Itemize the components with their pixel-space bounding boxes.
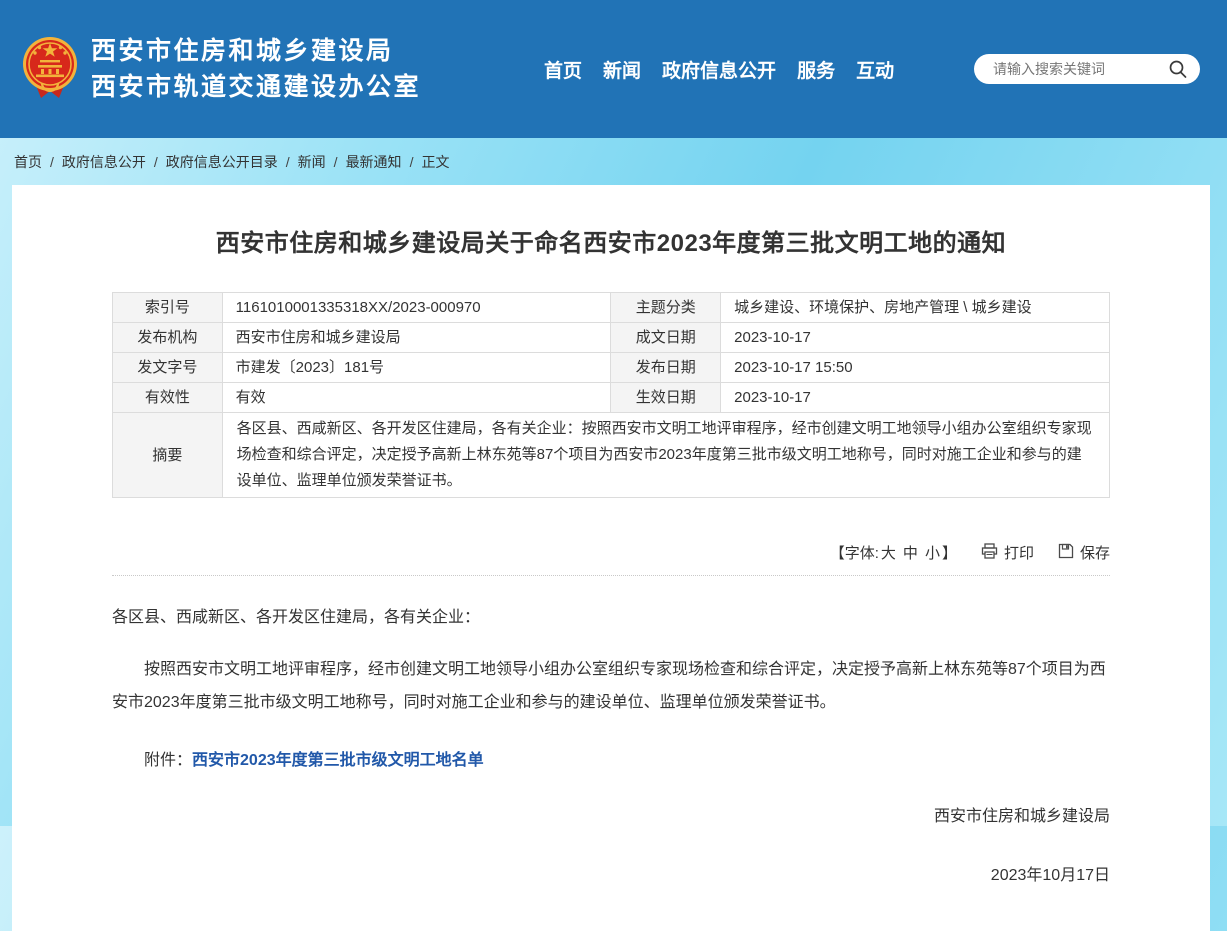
save-button-label: 保存 (1080, 542, 1110, 563)
meta-label-written-date: 成文日期 (611, 323, 721, 353)
article-paragraph-salutation: 各区县、西咸新区、各开发区住建局，各有关企业： (112, 601, 1110, 634)
nav-item-news[interactable]: 新闻 (603, 56, 641, 83)
site-brand: 西安市住房和城乡建设局 西安市轨道交通建设办公室 (22, 33, 421, 105)
breadcrumb-separator: / (286, 154, 290, 170)
meta-table: 索引号 1161010001335318XX/2023-000970 主题分类 … (112, 292, 1110, 498)
table-row: 发布机构 西安市住房和城乡建设局 成文日期 2023-10-17 (113, 323, 1110, 353)
article-toolbar: 【字体: 大 中 小 】 打印 (112, 542, 1110, 563)
nav-item-interact[interactable]: 互动 (856, 56, 894, 83)
nav-item-gov-info[interactable]: 政府信息公开 (662, 56, 776, 83)
search-icon[interactable] (1168, 59, 1188, 79)
meta-value-effective-date: 2023-10-17 (721, 383, 1110, 413)
site-header: 西安市住房和城乡建设局 西安市轨道交通建设办公室 首页 新闻 政府信息公开 服务… (0, 0, 1227, 138)
meta-value-index-no: 1161010001335318XX/2023-000970 (222, 293, 611, 323)
page-title: 西安市住房和城乡建设局关于命名西安市2023年度第三批文明工地的通知 (112, 223, 1110, 258)
meta-label-issuing-agency: 发布机构 (113, 323, 223, 353)
signature-agency: 西安市住房和城乡建设局 (112, 802, 1110, 826)
breadcrumb-latest-notices[interactable]: 最新通知 (346, 154, 402, 170)
nav-item-home[interactable]: 首页 (544, 56, 582, 83)
meta-label-effective-date: 生效日期 (611, 383, 721, 413)
meta-label-doc-number: 发文字号 (113, 353, 223, 383)
attachment-prefix: 附件： (144, 752, 192, 769)
meta-value-written-date: 2023-10-17 (721, 323, 1110, 353)
article-card: 西安市住房和城乡建设局关于命名西安市2023年度第三批文明工地的通知 索引号 1… (12, 185, 1210, 931)
font-size-suffix: 】 (942, 542, 957, 563)
floppy-disk-icon (1058, 543, 1074, 563)
font-size-small-button[interactable]: 小 (925, 542, 940, 563)
meta-label-topic-category: 主题分类 (611, 293, 721, 323)
article-paragraph-body: 按照西安市文明工地评审程序，经市创建文明工地领导小组办公室组织专家现场检查和综合… (112, 653, 1110, 719)
print-button-label: 打印 (1004, 542, 1034, 563)
table-row: 索引号 1161010001335318XX/2023-000970 主题分类 … (113, 293, 1110, 323)
meta-value-validity: 有效 (222, 383, 611, 413)
search-box (974, 54, 1200, 84)
attachment-line: 附件：西安市2023年度第三批市级文明工地名单 (112, 746, 1110, 770)
table-row: 发文字号 市建发〔2023〕181号 发布日期 2023-10-17 15:50 (113, 353, 1110, 383)
meta-value-issuing-agency: 西安市住房和城乡建设局 (222, 323, 611, 353)
breadcrumb-separator: / (410, 154, 414, 170)
meta-value-doc-number: 市建发〔2023〕181号 (222, 353, 611, 383)
meta-label-publish-date: 发布日期 (611, 353, 721, 383)
nav-item-services[interactable]: 服务 (797, 56, 835, 83)
meta-value-publish-date: 2023-10-17 15:50 (721, 353, 1110, 383)
meta-value-topic-category: 城乡建设、环境保护、房地产管理 \ 城乡建设 (721, 293, 1110, 323)
breadcrumb-separator: / (50, 154, 54, 170)
breadcrumb-news[interactable]: 新闻 (298, 154, 326, 170)
national-emblem-icon (22, 36, 78, 102)
meta-label-summary: 摘要 (113, 413, 223, 498)
meta-label-index-no: 索引号 (113, 293, 223, 323)
breadcrumb-separator: / (334, 154, 338, 170)
breadcrumb-home[interactable]: 首页 (14, 154, 42, 170)
font-size-prefix: 【字体: (830, 542, 879, 563)
print-button[interactable]: 打印 (981, 542, 1034, 563)
table-row: 有效性 有效 生效日期 2023-10-17 (113, 383, 1110, 413)
signature-date: 2023年10月17日 (112, 861, 1110, 885)
font-size-large-button[interactable]: 大 (881, 542, 896, 563)
printer-icon (981, 543, 998, 563)
breadcrumb-gov-info[interactable]: 政府信息公开 (62, 154, 146, 170)
save-button[interactable]: 保存 (1058, 542, 1110, 563)
dotted-divider (112, 575, 1110, 576)
breadcrumb-gov-info-catalog[interactable]: 政府信息公开目录 (166, 154, 278, 170)
meta-value-summary: 各区县、西咸新区、各开发区住建局，各有关企业：按照西安市文明工地评审程序，经市创… (222, 413, 1109, 498)
breadcrumb-separator: / (154, 154, 158, 170)
search-input[interactable] (991, 60, 1168, 78)
attachment-link[interactable]: 西安市2023年度第三批市级文明工地名单 (192, 752, 484, 769)
main-nav: 首页 新闻 政府信息公开 服务 互动 (544, 56, 894, 83)
table-row: 摘要 各区县、西咸新区、各开发区住建局，各有关企业：按照西安市文明工地评审程序，… (113, 413, 1110, 498)
site-title-line1: 西安市住房和城乡建设局 (91, 33, 421, 69)
meta-label-validity: 有效性 (113, 383, 223, 413)
site-title-line2: 西安市轨道交通建设办公室 (91, 69, 421, 105)
breadcrumb-current-page[interactable]: 正文 (421, 154, 449, 170)
font-size-medium-button[interactable]: 中 (903, 542, 918, 563)
breadcrumb: 首页 / 政府信息公开 / 政府信息公开目录 / 新闻 / 最新通知 / 正文 (0, 138, 1227, 185)
